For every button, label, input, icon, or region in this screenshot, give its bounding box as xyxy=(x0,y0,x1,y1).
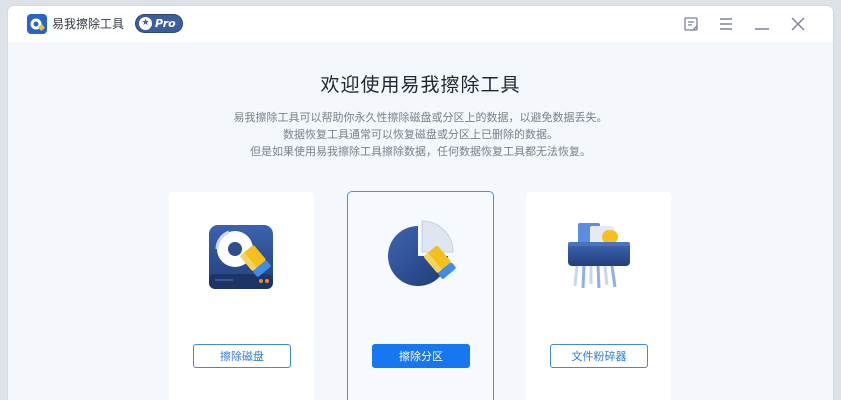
description-line: 但是如果使用易我擦除工具擦除数据，任何数据恢复工具都无法恢复。 xyxy=(250,145,591,158)
partition-eraser-icon xyxy=(388,220,456,286)
file-shredder-icon xyxy=(568,223,630,289)
feedback-icon[interactable] xyxy=(682,15,700,33)
card-file-shredder[interactable]: 文件粉碎器 xyxy=(526,192,671,400)
card-erase-partition[interactable]: 擦除分区 xyxy=(348,192,493,400)
app-window: 易我擦除工具 ★ Pro 欢迎使用易我擦除工具 易我擦除工具可以帮助你永久性擦除… xyxy=(8,6,833,400)
description: 易我擦除工具可以帮助你永久性擦除磁盘或分区上的数据，以避免数据丢失。 数据恢复工… xyxy=(8,109,833,160)
disk-eraser-icon xyxy=(209,225,273,289)
menu-icon[interactable] xyxy=(717,15,735,33)
title-bar: 易我擦除工具 ★ Pro xyxy=(8,6,833,42)
description-line: 易我擦除工具可以帮助你永久性擦除磁盘或分区上的数据，以避免数据丢失。 xyxy=(233,111,608,124)
page-title: 欢迎使用易我擦除工具 xyxy=(320,74,521,96)
file-shredder-button[interactable]: 文件粉碎器 xyxy=(550,344,648,368)
erase-disk-button[interactable]: 擦除磁盘 xyxy=(193,344,291,368)
star-icon: ★ xyxy=(139,17,152,30)
card-erase-disk[interactable]: 擦除磁盘 xyxy=(169,192,314,400)
main-content: 欢迎使用易我擦除工具 易我擦除工具可以帮助你永久性擦除磁盘或分区上的数据，以避免… xyxy=(8,42,833,400)
pro-badge: ★ Pro xyxy=(136,15,182,32)
minimize-icon[interactable] xyxy=(753,15,771,33)
erase-partition-button[interactable]: 擦除分区 xyxy=(372,344,470,368)
pro-badge-label: Pro xyxy=(155,17,176,30)
close-icon[interactable] xyxy=(789,15,807,33)
app-title: 易我擦除工具 xyxy=(52,17,125,31)
app-logo-icon xyxy=(27,14,47,34)
description-line: 数据恢复工具通常可以恢复磁盘或分区上已删除的数据。 xyxy=(283,128,558,141)
